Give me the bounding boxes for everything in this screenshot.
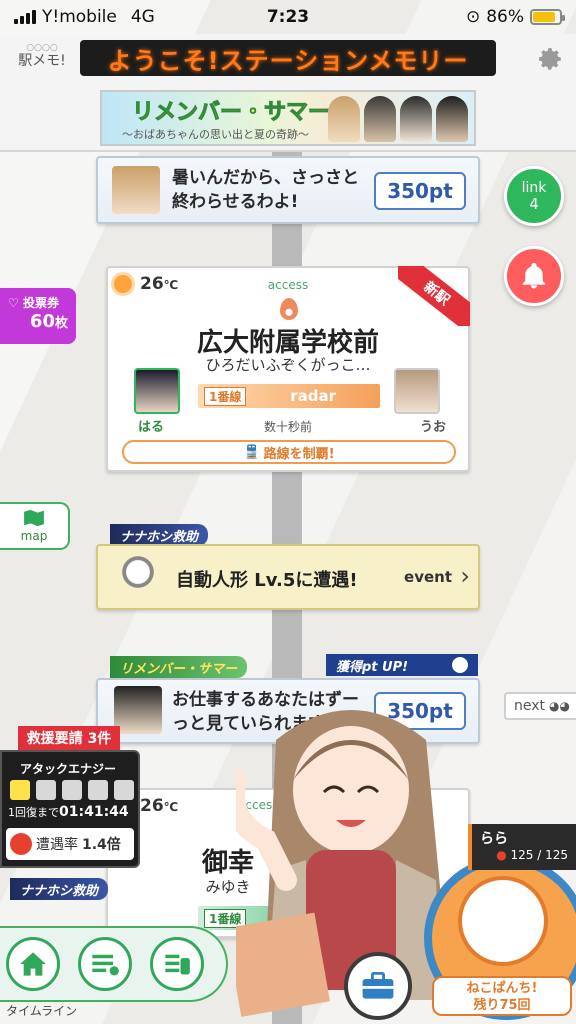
rescue-count: 3件 — [87, 731, 112, 747]
partner-name: らら — [480, 831, 508, 847]
left-character-name: はる — [138, 420, 165, 435]
nanahoshi-rescue-tag: ナナホシ救助 — [10, 878, 109, 900]
partner-hp: ● 125 / 125 — [480, 848, 568, 862]
event-banner[interactable]: リメンバー・サマー ～おばあちゃんの思い出と夏の奇跡～ — [100, 90, 476, 146]
bell-icon — [522, 262, 546, 289]
status-bar: Y!mobile 4G 7:23 ⊙ 86% — [0, 0, 576, 34]
energy-cell — [114, 780, 134, 800]
punch-label-2: 残り75回 — [473, 998, 531, 1013]
automaton-avatar — [114, 552, 162, 602]
line-number: 1番線 — [204, 386, 247, 406]
briefcase-icon — [362, 972, 394, 999]
banner-title: リメンバー・サマー — [131, 100, 331, 126]
rate-value: 1.4倍 — [82, 837, 121, 853]
pt-button[interactable]: 350pt — [374, 172, 466, 210]
station-card[interactable]: 26℃ access 新駅 広大附属学校前 ひろだいふぞくがっこ… はる 1番線… — [106, 266, 470, 472]
map-label: map — [20, 529, 48, 543]
timeline-button[interactable] — [78, 937, 132, 991]
welcome-marquee: ようこそ!ステーションメモリー — [80, 40, 496, 76]
home-button[interactable] — [6, 937, 60, 991]
energy-gauge — [10, 780, 134, 800]
line-name: radar — [290, 387, 337, 405]
punch-label-1: ねこぱんち! — [466, 981, 538, 996]
energy-cell — [62, 780, 82, 800]
access-time: 数十秒前 — [264, 420, 313, 434]
energy-timer: 1回復まで01:41:44 — [8, 804, 129, 820]
clock: 7:23 — [266, 7, 310, 27]
punch-label: ねこぱんち! 残り75回 — [432, 976, 572, 1016]
home-icon — [20, 952, 46, 976]
encounter-rate-button[interactable]: 遭遇率 1.4倍 — [6, 828, 134, 860]
partner-hp-value: 125 / 125 — [510, 848, 568, 862]
network-label: 4G — [130, 7, 155, 27]
battery-icon — [530, 9, 565, 25]
rate-label: 遭遇率 — [36, 837, 78, 853]
seize-label: 路線を制覇! — [263, 446, 335, 462]
flame-icon — [280, 298, 298, 320]
timeline-label: タイムライン — [6, 1004, 78, 1018]
new-station-badge: 新駅 — [398, 266, 470, 326]
event-link[interactable]: event — [404, 568, 452, 586]
attack-energy-panel: アタックエナジー 1回復まで01:41:44 遭遇率 1.4倍 — [0, 750, 140, 868]
rescue-label: 救援要請 — [26, 731, 83, 747]
link-count: 4 — [529, 195, 539, 213]
items-button[interactable] — [344, 952, 412, 1020]
lion-icon — [10, 833, 32, 855]
rotation-lock-icon: ⊙ — [465, 7, 481, 27]
rescue-request-tag[interactable]: 救援要請 3件 — [18, 726, 120, 750]
message-card[interactable]: 暑いんだから、さっさと終わらせるわよ! 350pt — [96, 156, 480, 224]
vote-ticket-counter[interactable]: ♡ 投票券 60枚 — [0, 288, 76, 344]
character-avatar — [114, 686, 162, 734]
energy-cell — [88, 780, 108, 800]
station-list-button[interactable] — [150, 937, 204, 991]
right-character-avatar[interactable] — [394, 368, 440, 414]
battery-percent: 86% — [486, 7, 524, 27]
vote-unit: 枚 — [54, 316, 68, 331]
event-text: 自動人形 Lv.5に遭遇! — [176, 570, 358, 591]
nanahoshi-rescue-tag: ナナホシ救助 — [110, 524, 209, 546]
timer-value: 01:41:44 — [59, 804, 129, 820]
seize-line-button[interactable]: 🚆 路線を制覇! — [122, 440, 456, 464]
cat-ball-icon — [458, 876, 548, 966]
heart-icon: ● — [496, 848, 507, 862]
line-bar: 1番線 radar — [198, 384, 380, 408]
energy-cell — [10, 780, 30, 800]
timer-prefix: 1回復まで — [8, 806, 59, 819]
notification-button[interactable] — [504, 246, 564, 306]
clock-icon — [452, 657, 468, 673]
chevron-right-icon: › — [460, 562, 470, 590]
train-icon: 🚆 — [243, 444, 260, 460]
signal-icon — [14, 10, 36, 24]
timeline-icon — [92, 954, 119, 976]
next-button[interactable]: next ◕◕ — [504, 692, 576, 720]
banner-characters — [328, 96, 468, 142]
vote-label: 投票券 — [22, 296, 59, 310]
link-button[interactable]: link 4 — [504, 166, 564, 226]
gear-icon[interactable] — [538, 46, 564, 72]
app-logo: ○○○○ 駅メモ! — [18, 43, 66, 69]
vote-count: 60 — [29, 311, 55, 332]
character-avatar — [112, 166, 160, 214]
bottom-nav — [0, 926, 228, 1002]
event-card[interactable]: 自動人形 Lv.5に遭遇! event › — [96, 544, 480, 610]
next-label: next — [514, 698, 546, 714]
link-label: link — [521, 180, 547, 196]
message-text: 暑いんだから、さっさと終わらせるわよ! — [172, 168, 359, 212]
pt-up-tag: 獲得pt UP! — [326, 654, 478, 676]
energy-title: アタックエナジー — [20, 762, 117, 776]
left-character-avatar[interactable] — [134, 368, 180, 414]
map-button[interactable]: map — [0, 502, 70, 550]
carrier-label: Y!mobile — [42, 7, 117, 27]
heart-icon: ♡ — [8, 296, 19, 310]
pt-up-label: 獲得pt UP! — [336, 659, 409, 675]
app-header: ○○○○ 駅メモ! ようこそ!ステーションメモリー リメンバー・サマー ～おばあ… — [0, 34, 576, 152]
map-icon — [24, 509, 44, 527]
partner-status: らら ● 125 / 125 — [468, 824, 576, 870]
energy-cell — [36, 780, 56, 800]
banner-subtitle: ～おばあちゃんの思い出と夏の奇跡～ — [122, 128, 309, 141]
remember-summer-tag: リメンバー・サマー — [110, 656, 248, 678]
right-character-name: うお — [420, 420, 447, 435]
train-list-icon — [165, 954, 190, 975]
cat-icon: ◕◕ — [549, 699, 570, 713]
